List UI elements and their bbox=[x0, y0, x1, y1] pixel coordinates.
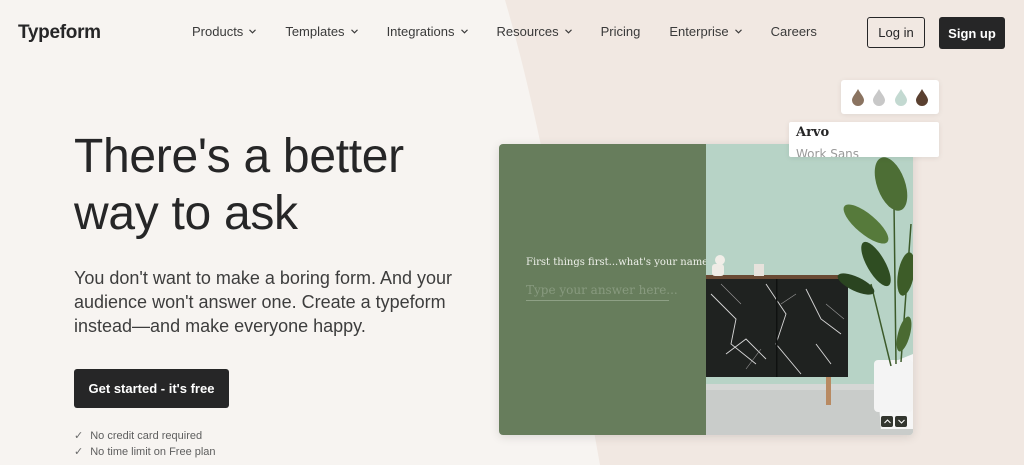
form-panel: First things first...what's your name? T… bbox=[499, 144, 713, 435]
font-picker: Arvo Work Sans bbox=[789, 122, 939, 157]
chevron-down-icon bbox=[734, 29, 742, 34]
nav-pricing[interactable]: Pricing bbox=[601, 24, 641, 39]
main-nav: Products Templates Integrations Resource… bbox=[192, 24, 846, 39]
color-palette bbox=[841, 80, 939, 114]
nav-integrations[interactable]: Integrations bbox=[387, 24, 468, 39]
checkmark-icon: ✓ bbox=[74, 430, 84, 442]
nav-label: Products bbox=[192, 24, 244, 39]
nav-label: Enterprise bbox=[669, 24, 729, 39]
signup-button[interactable]: Sign up bbox=[939, 17, 1005, 49]
chevron-down-icon bbox=[350, 29, 358, 34]
check-text: No time limit on Free plan bbox=[90, 446, 216, 458]
check-item: ✓ No credit card required bbox=[74, 428, 216, 444]
nav-label: Resources bbox=[496, 24, 559, 39]
login-button[interactable]: Log in bbox=[867, 17, 925, 48]
form-preview-card: First things first...what's your name? T… bbox=[499, 144, 913, 435]
nav-label: Integrations bbox=[386, 24, 455, 39]
chevron-down-icon bbox=[249, 29, 257, 34]
check-item: ✓ No time limit on Free plan bbox=[74, 444, 216, 460]
get-started-button[interactable]: Get started - it's free bbox=[74, 369, 229, 408]
font-option-arvo[interactable]: Arvo bbox=[796, 125, 829, 140]
hero-headline: There's a better way to ask bbox=[74, 128, 474, 242]
nav-label: Pricing bbox=[600, 24, 641, 39]
nav-products[interactable]: Products bbox=[192, 24, 257, 39]
color-swatch-drop-icon[interactable] bbox=[894, 88, 908, 106]
font-option-work-sans[interactable]: Work Sans bbox=[796, 147, 859, 157]
chevron-up-icon[interactable] bbox=[881, 416, 893, 427]
nav-resources[interactable]: Resources bbox=[497, 24, 572, 39]
form-question: First things first...what's your name? bbox=[526, 257, 714, 268]
headline-line-2: way to ask bbox=[74, 187, 298, 240]
color-swatch-drop-icon[interactable] bbox=[915, 88, 929, 106]
chevron-down-icon bbox=[564, 29, 572, 34]
room-image bbox=[706, 144, 913, 435]
chevron-down-icon[interactable] bbox=[895, 416, 907, 427]
feature-checks: ✓ No credit card required ✓ No time limit … bbox=[74, 428, 216, 460]
nav-careers[interactable]: Careers bbox=[771, 24, 817, 39]
color-swatch-drop-icon[interactable] bbox=[872, 88, 886, 106]
checkmark-icon: ✓ bbox=[74, 446, 84, 458]
nav-templates[interactable]: Templates bbox=[285, 24, 358, 39]
chevron-down-icon bbox=[460, 29, 468, 34]
nav-label: Careers bbox=[770, 24, 817, 39]
hero-subtitle: You don't want to make a boring form. An… bbox=[74, 268, 452, 336]
typeform-logo[interactable]: Typeform bbox=[18, 22, 101, 44]
headline-line-1: There's a better bbox=[74, 130, 404, 183]
check-text: No credit card required bbox=[90, 430, 203, 442]
nav-enterprise[interactable]: Enterprise bbox=[669, 24, 742, 39]
answer-input[interactable]: Type your answer here... bbox=[526, 283, 678, 301]
form-nav-arrows bbox=[881, 416, 907, 427]
color-swatch-drop-icon[interactable] bbox=[851, 88, 865, 106]
room-illustration bbox=[706, 157, 913, 435]
nav-label: Templates bbox=[285, 24, 345, 39]
